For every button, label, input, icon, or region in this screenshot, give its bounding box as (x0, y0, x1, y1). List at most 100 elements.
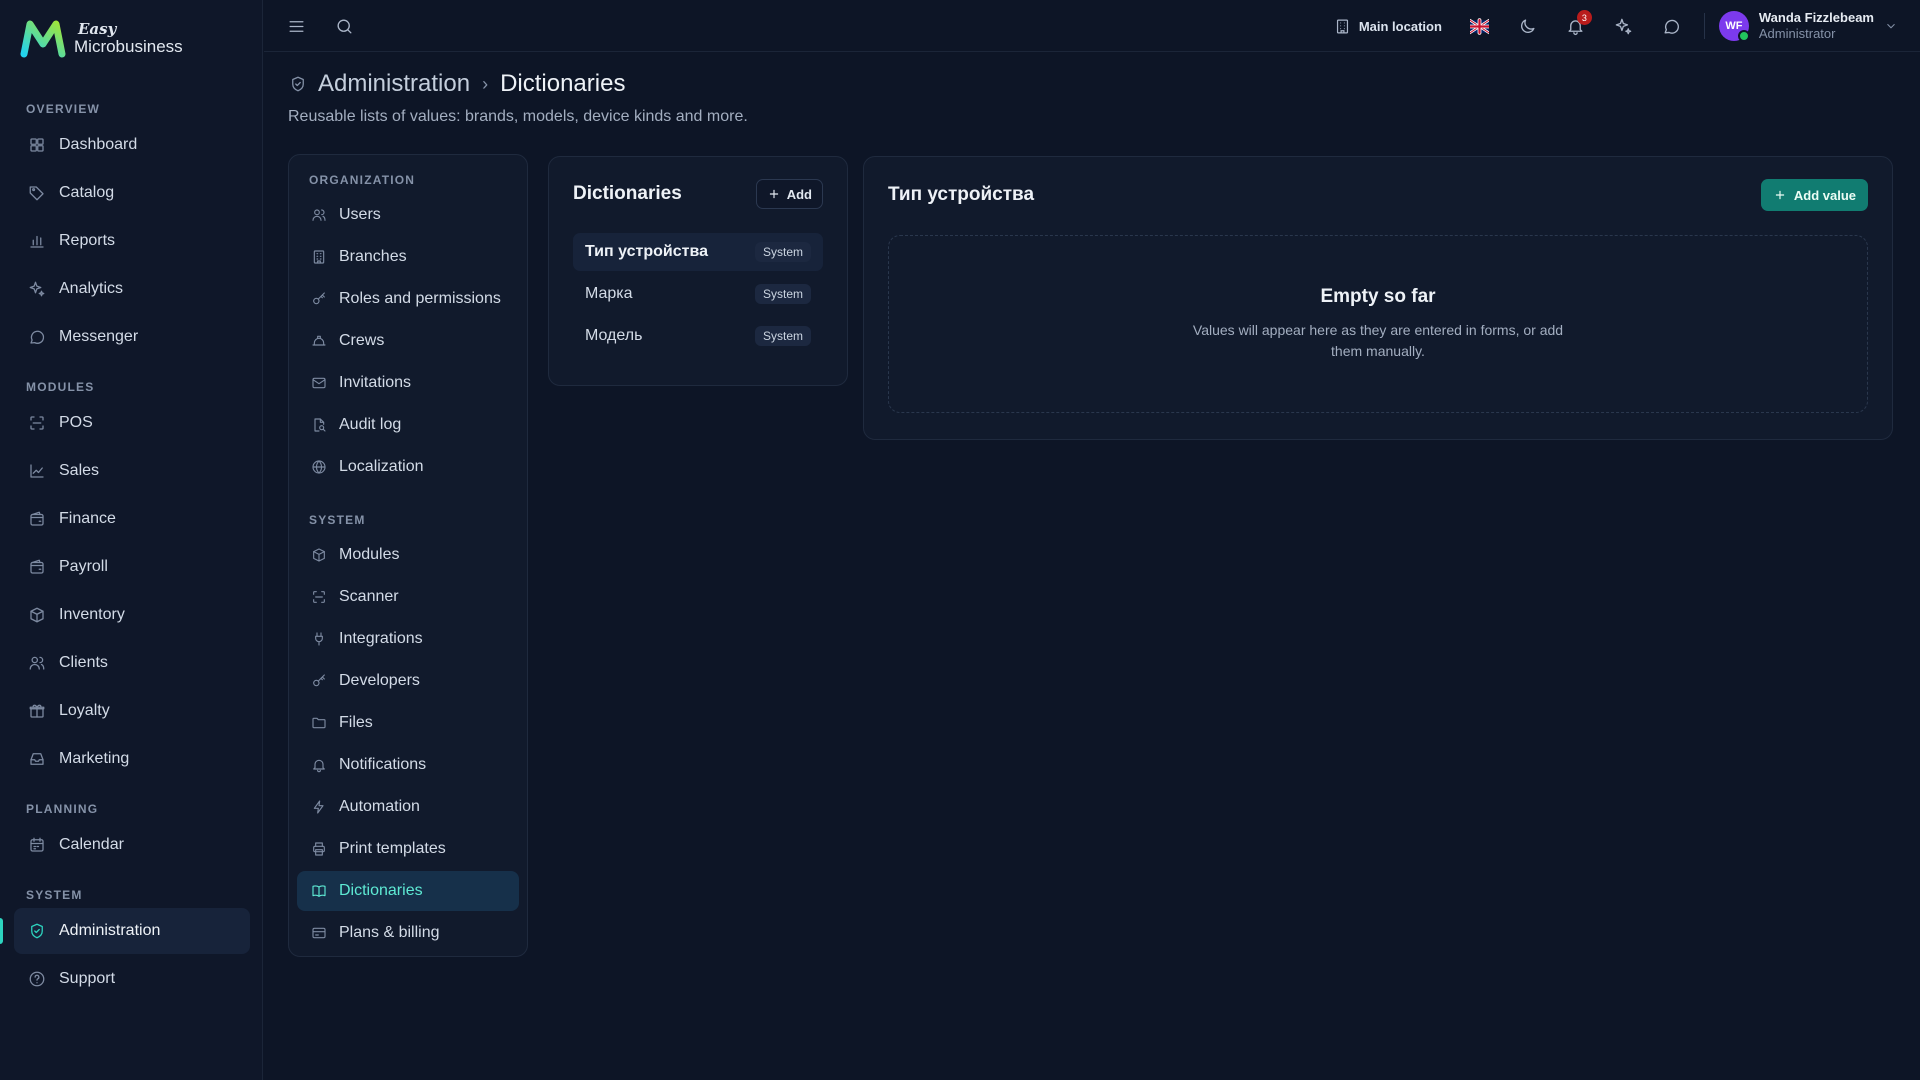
sidebar-section-planning: PLANNING (26, 802, 99, 816)
submenu-item-automation[interactable]: Automation (297, 787, 519, 827)
submenu-item-users[interactable]: Users (297, 195, 519, 235)
sidebar-item-support[interactable]: Support (14, 956, 250, 1002)
sidebar-item-administration[interactable]: Administration (0, 908, 250, 954)
sidebar-item-dashboard[interactable]: Dashboard (14, 122, 250, 168)
box-icon (309, 545, 329, 565)
submenu-item-modules[interactable]: Modules (297, 535, 519, 575)
submenu-item-notifications[interactable]: Notifications (297, 745, 519, 785)
zap-icon (309, 797, 329, 817)
messages-button[interactable] (1654, 8, 1690, 44)
dictionaries-card: Dictionaries Add Тип устройства System Мар… (548, 156, 848, 386)
sidebar-item-label: Dashboard (59, 136, 138, 153)
sidebar-item-calendar[interactable]: Calendar (14, 822, 250, 868)
sidebar-item-label: Loyalty (59, 702, 110, 719)
sidebar-item-label: Administration (59, 922, 161, 939)
submenu-item-scanner[interactable]: Scanner (297, 577, 519, 617)
users-icon (27, 653, 47, 673)
submenu-item-print-templates[interactable]: Print templates (297, 829, 519, 869)
sidebar-item-label: Clients (59, 654, 108, 671)
submenu-item-label: Modules (339, 546, 400, 563)
empty-state-text: Values will appear here as they are ente… (1192, 322, 1564, 359)
dictionaries-title: Dictionaries (573, 183, 682, 204)
page-header: Administration › Dictionaries Reusable l… (288, 70, 748, 126)
language-selector[interactable] (1462, 8, 1498, 44)
main-sidebar: Easy Microbusiness OVERVIEW Dashboard Cata… (0, 0, 263, 1080)
shield-icon (288, 74, 308, 94)
dictionary-name: Марка (585, 285, 633, 302)
menu-toggle-button[interactable] (278, 8, 314, 44)
sidebar-item-inventory[interactable]: Inventory (14, 592, 250, 638)
submenu-item-dictionaries[interactable]: Dictionaries (297, 871, 519, 911)
submenu-item-localization[interactable]: Localization (297, 447, 519, 487)
sidebar-item-pos[interactable]: POS (14, 400, 250, 446)
sidebar-item-payroll[interactable]: Payroll (14, 544, 250, 590)
user-name: Wanda Fizzlebeam (1758, 10, 1874, 25)
moon-icon (1521, 18, 1535, 33)
printer-icon (309, 839, 329, 859)
search-icon (336, 18, 352, 34)
add-dictionary-button[interactable]: Add (755, 179, 823, 209)
sidebar-item-label: Support (59, 970, 116, 987)
sidebar-item-sales[interactable]: Sales (14, 448, 250, 494)
submenu-item-branches[interactable]: Branches (297, 237, 519, 277)
sidebar-item-catalog[interactable]: Catalog (14, 170, 250, 216)
sidebar-item-reports[interactable]: Reports (14, 218, 250, 264)
ai-assistant-button[interactable] (1606, 8, 1642, 44)
brand-logo[interactable]: Easy Microbusiness (20, 18, 183, 58)
gift-icon (27, 701, 47, 721)
sidebar-item-label: Catalog (59, 184, 115, 201)
sidebar-item-finance[interactable]: Finance (14, 496, 250, 542)
breadcrumb-separator: › (482, 73, 489, 94)
logo-mark-icon (20, 18, 66, 58)
dictionary-detail-card: Тип устройства Add value Empty so far Va… (863, 156, 1893, 440)
breadcrumb-administration[interactable]: Administration (318, 70, 470, 98)
add-value-button[interactable]: Add value (1760, 179, 1868, 211)
location-selector[interactable]: Main location (1326, 8, 1450, 44)
submenu-item-crews[interactable]: Crews (297, 321, 519, 361)
submenu-item-invitations[interactable]: Invitations (297, 363, 519, 403)
submenu-item-label: Plans & billing (339, 924, 440, 941)
theme-toggle-button[interactable] (1510, 8, 1546, 44)
submenu-item-audit-log[interactable]: Audit log (297, 405, 519, 445)
sidebar-item-label: POS (59, 414, 93, 431)
sidebar-item-clients[interactable]: Clients (14, 640, 250, 686)
sidebar-item-marketing[interactable]: Marketing (14, 736, 250, 782)
calendar-icon (27, 835, 47, 855)
submenu-item-plans-and-billing[interactable]: Plans & billing (297, 913, 519, 953)
tag-icon (27, 183, 47, 203)
submenu-item-label: Branches (339, 248, 407, 265)
empty-state: Empty so far Values will appear here as … (888, 235, 1868, 413)
shield-icon (27, 921, 47, 941)
plus-icon (769, 189, 778, 199)
submenu-item-files[interactable]: Files (297, 703, 519, 743)
submenu-item-label: Integrations (339, 630, 423, 647)
sparkles-icon (27, 279, 47, 299)
submenu-item-integrations[interactable]: Integrations (297, 619, 519, 659)
submenu-item-developers[interactable]: Developers (297, 661, 519, 701)
sidebar-section-system: SYSTEM (26, 888, 83, 902)
sparkles-icon (1616, 18, 1632, 34)
globe-icon (309, 457, 329, 477)
user-menu[interactable]: WF Wanda Fizzlebeam Administrator (1718, 10, 1898, 42)
brand-name: Microbusiness (74, 36, 183, 56)
sidebar-item-analytics[interactable]: Analytics (14, 266, 250, 312)
dictionary-name: Модель (585, 327, 643, 344)
admin-submenu: ORGANIZATION Users Branches Roles and permi… (288, 154, 528, 957)
submenu-item-roles-and-permissions[interactable]: Roles and permissions (297, 279, 519, 319)
sidebar-item-loyalty[interactable]: Loyalty (14, 688, 250, 734)
file-search-icon (309, 415, 329, 435)
search-button[interactable] (326, 8, 362, 44)
submenu-item-label: Roles and permissions (339, 290, 501, 307)
page-description: Reusable lists of values: brands, models… (288, 108, 748, 125)
dictionary-list-item[interactable]: Модель System (573, 317, 823, 355)
wallet-icon (27, 557, 47, 577)
sidebar-item-label: Payroll (59, 558, 108, 575)
system-badge: System (754, 284, 811, 304)
dictionary-list-item[interactable]: Марка System (573, 275, 823, 313)
sidebar-item-messenger[interactable]: Messenger (14, 314, 250, 360)
dictionary-list-item[interactable]: Тип устройства System (573, 233, 823, 271)
notifications-button[interactable]: 3 (1558, 8, 1594, 44)
submenu-item-label: Users (339, 206, 381, 223)
sidebar-item-label: Messenger (59, 328, 139, 345)
sidebar-section-overview: OVERVIEW (26, 102, 101, 116)
